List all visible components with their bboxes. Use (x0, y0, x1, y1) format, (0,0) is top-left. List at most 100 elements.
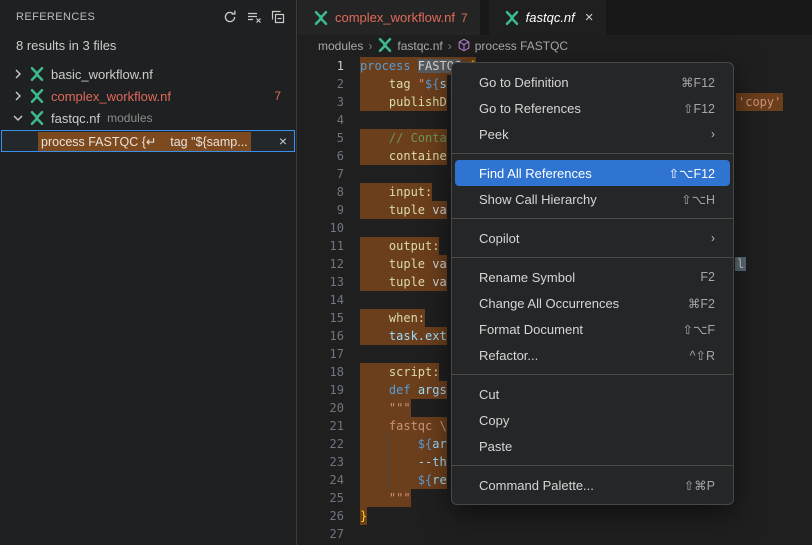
menu-item-shortcut: ^⇧R (690, 348, 715, 363)
menu-item-command-palette[interactable]: Command Palette...⇧⌘P (455, 472, 730, 498)
menu-item-label: Copilot (479, 231, 519, 246)
line-number: 19 (298, 381, 344, 399)
menu-item-shortcut: ⇧⌥F12 (669, 166, 715, 181)
submenu-arrow-icon: › (711, 127, 715, 141)
menu-item-show-call-hierarchy[interactable]: Show Call Hierarchy ⇧⌥H (455, 186, 730, 212)
tab-label: fastqc.nf (526, 10, 575, 25)
menu-item-go-to-definition[interactable]: Go to Definition⌘F12 (455, 69, 730, 95)
refresh-button[interactable] (218, 5, 242, 29)
line-number: 25 (298, 489, 344, 507)
references-header: REFERENCES (0, 0, 296, 34)
breadcrumb-label: fastqc.nf (397, 39, 442, 53)
reference-result-item[interactable]: process FASTQC {↵ tag "${samp... × (1, 130, 295, 152)
line-number: 26 (298, 507, 344, 525)
menu-item-shortcut: F2 (700, 270, 715, 284)
line-number: 1 (298, 57, 344, 75)
line-number: 20 (298, 399, 344, 417)
breadcrumb-segment-modules[interactable]: modules (318, 39, 363, 53)
nextflow-icon (29, 88, 45, 104)
line-number: 15 (298, 309, 344, 327)
line-number: 8 (298, 183, 344, 201)
menu-item-peek[interactable]: Peek › (455, 121, 730, 147)
menu-item-change-all-occurrences[interactable]: Change All Occurrences ⌘F2 (455, 290, 730, 316)
breadcrumb-segment-fastqc.nf[interactable]: fastqc.nf (377, 37, 442, 56)
line-number: 11 (298, 237, 344, 255)
line-number: 23 (298, 453, 344, 471)
line-number: 18 (298, 363, 344, 381)
line-number: 27 (298, 525, 344, 543)
chevron-right-icon[interactable] (10, 66, 26, 82)
file-description: modules (107, 111, 152, 125)
menu-separator (452, 153, 733, 154)
line-number: 10 (298, 219, 344, 237)
file-name: basic_workflow.nf (51, 67, 153, 82)
chevron-right-icon[interactable] (10, 88, 26, 104)
submenu-arrow-icon: › (711, 231, 715, 245)
vscode-window: REFERENCES 8 results in 3 files basic_wo… (0, 0, 812, 545)
collapse-all-button[interactable] (266, 5, 290, 29)
menu-item-shortcut: ⇧⌘P (684, 478, 715, 493)
menu-item-format-document[interactable]: Format Document⇧⌥F (455, 316, 730, 342)
breadcrumb-separator: › (448, 39, 452, 53)
line-number: 16 (298, 327, 344, 345)
line-number: 6 (298, 147, 344, 165)
tree-item-fastqc.nf[interactable]: fastqc.nf modules (0, 107, 296, 129)
menu-item-copilot[interactable]: Copilot › (455, 225, 730, 251)
symbol-package-icon (457, 38, 471, 55)
breadcrumb-segment-process-fastqc[interactable]: process FASTQC (457, 38, 568, 55)
tree-item-basic_workflow.nf[interactable]: basic_workflow.nf (0, 63, 296, 85)
results-summary: 8 results in 3 files (0, 34, 296, 63)
menu-item-go-to-references[interactable]: Go to References⇧F12 (455, 95, 730, 121)
menu-item-refactor[interactable]: Refactor...^⇧R (455, 342, 730, 368)
breadcrumb-label: process FASTQC (475, 39, 568, 53)
nextflow-icon (377, 37, 393, 56)
menu-item-label: Change All Occurrences (479, 296, 619, 311)
menu-item-cut[interactable]: Cut (455, 381, 730, 407)
line-number: 3 (298, 93, 344, 111)
menu-item-rename-symbol[interactable]: Rename Symbol F2 (455, 264, 730, 290)
menu-item-copy[interactable]: Copy (455, 407, 730, 433)
menu-separator (452, 218, 733, 219)
line-number: 17 (298, 345, 344, 363)
editor-tabbar: complex_workflow.nf7 fastqc.nf × (298, 0, 812, 35)
menu-item-label: Format Document (479, 322, 583, 337)
menu-item-label: Cut (479, 387, 499, 402)
menu-item-label: Copy (479, 413, 509, 428)
breadcrumb-separator: › (368, 39, 372, 53)
menu-item-shortcut: ⌘F2 (688, 296, 715, 311)
refresh-icon (222, 9, 238, 25)
references-toolbar (218, 5, 290, 29)
line-number: 21 (298, 417, 344, 435)
line-number: 22 (298, 435, 344, 453)
menu-item-label: Peek (479, 127, 509, 142)
menu-item-paste[interactable]: Paste (455, 433, 730, 459)
menu-item-label: Rename Symbol (479, 270, 575, 285)
tree-item-complex_workflow.nf[interactable]: complex_workflow.nf7 (0, 85, 296, 107)
line-number: 5 (298, 129, 344, 147)
code-fragment: l (735, 255, 746, 273)
line-number: 24 (298, 471, 344, 489)
references-sidebar: REFERENCES 8 results in 3 files basic_wo… (0, 0, 297, 545)
clear-results-icon (246, 9, 262, 25)
collapse-all-icon (270, 9, 286, 25)
menu-item-find-all-references[interactable]: Find All References⇧⌥F12 (455, 160, 730, 186)
menu-separator (452, 374, 733, 375)
menu-item-shortcut: ⇧⌥H (681, 192, 715, 207)
menu-item-label: Show Call Hierarchy (479, 192, 597, 207)
tab-fastqc.nf[interactable]: fastqc.nf × (489, 0, 606, 35)
dismiss-result-icon[interactable]: × (279, 133, 287, 149)
menu-separator (452, 257, 733, 258)
indent-guide (389, 435, 390, 489)
menu-item-label: Paste (479, 439, 512, 454)
nextflow-icon (29, 66, 45, 82)
close-tab-icon[interactable]: × (585, 9, 594, 26)
chevron-down-icon[interactable] (10, 110, 26, 126)
line-number: 4 (298, 111, 344, 129)
tab-complex_workflow.nf[interactable]: complex_workflow.nf7 (298, 0, 480, 35)
references-tree: basic_workflow.nfcomplex_workflow.nf7fas… (0, 63, 296, 152)
reference-preview-text: process FASTQC {↵ tag "${samp... (38, 132, 251, 151)
line-number: 9 (298, 201, 344, 219)
file-name: fastqc.nf (51, 111, 100, 126)
clear-results-button[interactable] (242, 5, 266, 29)
breadcrumb-label: modules (318, 39, 363, 53)
